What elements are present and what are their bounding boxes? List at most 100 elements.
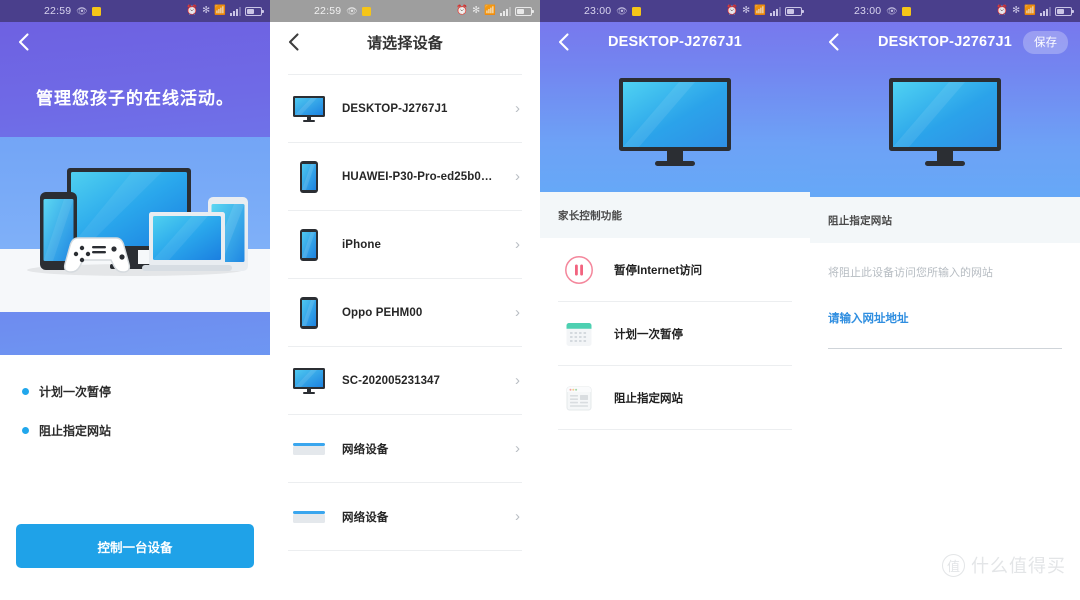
status-bar: 22:59 👁 ⏰ ✻ 📶: [0, 0, 270, 22]
status-right-icons: ⏰ ✻ 📶: [186, 5, 264, 17]
device-name: 网络设备: [342, 511, 389, 524]
alarm-icon: ⏰: [186, 5, 199, 17]
chevron-right-icon: ›: [515, 168, 520, 185]
feature-label: 暂停Internet访问: [614, 264, 703, 277]
signal-icon: [1040, 6, 1051, 16]
wifi-icon: 📶: [1024, 5, 1036, 17]
notification-badge-icon: [361, 6, 371, 16]
devices-art-svg: [27, 168, 248, 276]
bullet-item: 阻止指定网站: [22, 422, 248, 439]
panel-intro: 22:59 👁 ⏰ ✻ 📶 管理您孩子的在线活动。 计划一次暂停 阻止指定网站 …: [0, 0, 270, 600]
eye-icon: 👁: [616, 5, 628, 16]
back-button[interactable]: [282, 31, 304, 53]
calendar-icon: [558, 319, 600, 349]
nav-bar: DESKTOP-J2767J1: [540, 22, 810, 62]
chevron-right-icon: ›: [515, 304, 520, 321]
nav-bar: 请选择设备: [270, 22, 540, 62]
phone-icon: [288, 160, 330, 194]
monitor-icon: [540, 62, 810, 168]
battery-icon: [515, 6, 534, 16]
device-name: SC-202005231347: [342, 374, 441, 387]
bluetooth-icon: ✻: [202, 5, 211, 17]
list-divider: [288, 550, 522, 551]
list-item-network-device-2[interactable]: 网络设备 ›: [288, 482, 522, 550]
alarm-icon: ⏰: [726, 5, 739, 17]
bluetooth-icon: ✻: [742, 5, 751, 17]
monitor-icon: [810, 62, 1080, 168]
status-left-icons: 👁: [76, 6, 101, 17]
list-item-desktop-j2767j1[interactable]: DESKTOP-J2767J1 ›: [288, 74, 522, 142]
bluetooth-icon: ✻: [472, 5, 481, 17]
feature-pause-internet[interactable]: 暂停Internet访问: [558, 238, 792, 302]
back-button[interactable]: [552, 31, 574, 53]
watermark: 值 什么值得买: [942, 552, 1066, 578]
wifi-icon: 📶: [754, 5, 766, 17]
status-bar: 23:00 👁 ⏰ ✻ 📶: [810, 0, 1080, 22]
screenshot-strip: 22:59 👁 ⏰ ✻ 📶 管理您孩子的在线活动。 计划一次暂停 阻止指定网站 …: [0, 0, 1080, 600]
notification-badge-icon: [91, 6, 101, 16]
chevron-right-icon: ›: [515, 440, 520, 457]
chevron-right-icon: ›: [515, 100, 520, 117]
save-button[interactable]: 保存: [1023, 30, 1068, 54]
status-left-icons: 👁: [616, 5, 641, 17]
list-item-oppo-pehm00[interactable]: Oppo PEHM00 ›: [288, 278, 522, 346]
status-right-icons: ⏰ ✻ 📶: [456, 5, 534, 17]
phone-icon: [288, 228, 330, 262]
feature-block-websites[interactable]: 阻止指定网站: [558, 366, 792, 430]
intro-header: 管理您孩子的在线活动。: [0, 62, 270, 109]
status-left-icons: 👁: [886, 6, 911, 17]
section-title: 家长控制功能: [540, 192, 810, 238]
status-time: 23:00: [584, 5, 612, 17]
router-icon: [288, 509, 330, 525]
section-title: 阻止指定网站: [810, 197, 1080, 243]
list-item-iphone[interactable]: iPhone ›: [288, 210, 522, 278]
input-underline: [828, 347, 1062, 349]
bullet-label: 阻止指定网站: [39, 424, 112, 438]
chevron-right-icon: ›: [515, 236, 520, 253]
device-name: iPhone: [342, 238, 381, 251]
chevron-right-icon: ›: [515, 372, 520, 389]
back-button[interactable]: [822, 31, 844, 53]
bluetooth-icon: ✻: [1012, 5, 1021, 17]
status-time: 22:59: [44, 5, 72, 17]
eye-icon: 👁: [346, 5, 358, 16]
watermark-text: 什么值得买: [971, 556, 1066, 576]
feature-schedule-pause[interactable]: 计划一次暂停: [558, 302, 792, 366]
list-item-sc-202005231347[interactable]: SC-202005231347 ›: [288, 346, 522, 414]
panel-device-controls: 23:00 👁 ⏰ ✻ 📶 DESKTOP-J2767J1 家长控制功能 暂停I…: [540, 0, 810, 600]
signal-icon: [500, 6, 511, 16]
status-right-icons: ⏰ ✻ 📶: [996, 5, 1074, 17]
chevron-right-icon: ›: [515, 508, 520, 525]
signal-icon: [230, 6, 241, 16]
device-name: 网络设备: [342, 443, 389, 456]
panel-block-websites: 23:00 👁 ⏰ ✻ 📶 DESKTOP-J2767J1 保存 阻止指定网站 …: [810, 0, 1080, 600]
multi-device-illustration: [0, 137, 270, 312]
status-time: 22:59: [314, 5, 342, 17]
bullet-label: 计划一次暂停: [39, 385, 112, 399]
nav-bar: [0, 22, 270, 62]
bullet-dot-icon: [22, 388, 29, 395]
router-icon: [288, 441, 330, 457]
panel-device-list: 22:59 👁 ⏰ ✻ 📶 请选择设备 DESKTOP-J2767J1 › HU…: [270, 0, 540, 600]
page-title: DESKTOP-J2767J1: [607, 34, 743, 50]
device-name: Oppo PEHM00: [342, 306, 423, 319]
alarm-icon: ⏰: [996, 5, 1009, 17]
form-hint: 将阻止此设备访问您所输入的网站: [828, 267, 993, 279]
device-list: DESKTOP-J2767J1 › HUAWEI-P30-Pro-ed25b0……: [270, 74, 540, 551]
url-input[interactable]: 请输入网址地址: [828, 310, 1062, 326]
device-hero: 23:00 👁 ⏰ ✻ 📶 DESKTOP-J2767J1: [810, 0, 1080, 197]
feature-label: 计划一次暂停: [614, 328, 683, 341]
feature-bullets: 计划一次暂停 阻止指定网站: [0, 355, 270, 439]
intro-body: 计划一次暂停 阻止指定网站 控制一台设备: [0, 355, 270, 600]
device-hero: 23:00 👁 ⏰ ✻ 📶 DESKTOP-J2767J1: [540, 0, 810, 192]
list-item-huawei-p30-pro[interactable]: HUAWEI-P30-Pro-ed25b0… ›: [288, 142, 522, 210]
battery-icon: [785, 6, 804, 16]
list-item-network-device-1[interactable]: 网络设备 ›: [288, 414, 522, 482]
control-device-button[interactable]: 控制一台设备: [16, 524, 254, 568]
notification-badge-icon: [631, 6, 641, 16]
status-bar: 23:00 👁 ⏰ ✻ 📶: [540, 0, 810, 22]
back-button[interactable]: [12, 31, 34, 53]
signal-icon: [770, 6, 781, 16]
feature-label: 阻止指定网站: [614, 392, 683, 405]
notification-badge-icon: [901, 6, 911, 16]
